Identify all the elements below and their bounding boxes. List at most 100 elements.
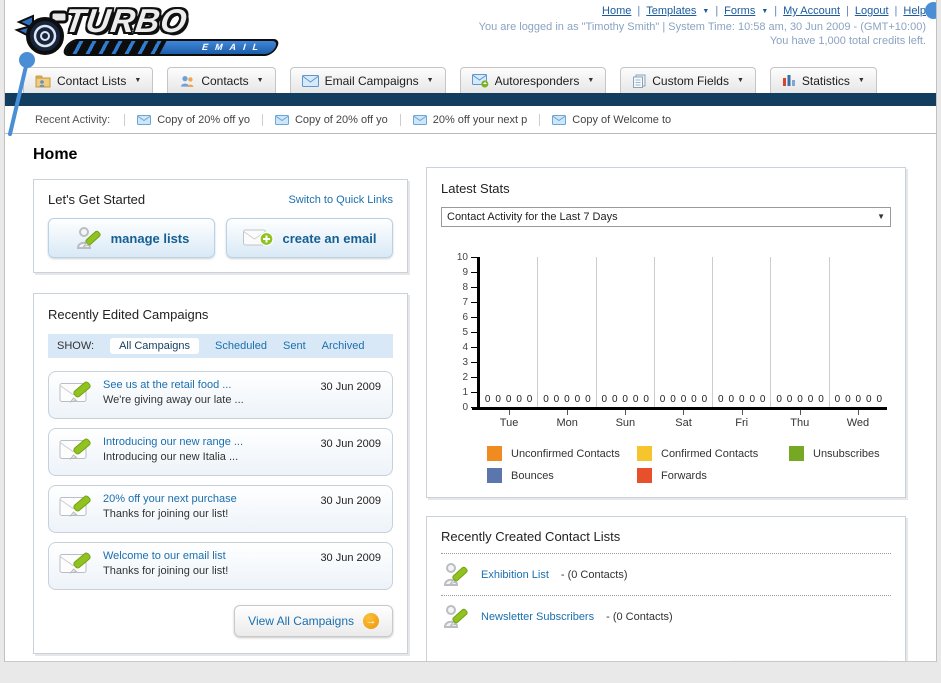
campaign-title-link[interactable]: Welcome to our email list	[103, 550, 306, 562]
chart-day-group: 00000	[770, 257, 828, 407]
data-value-label: 0	[718, 394, 724, 405]
recent-activity-link[interactable]: Copy of 20% off yo	[157, 114, 250, 126]
y-axis-tick: 0	[462, 402, 477, 413]
filter-all-campaigns[interactable]: All Campaigns	[110, 338, 199, 354]
envelope-icon	[552, 114, 567, 125]
create-an-email-button[interactable]: create an email	[226, 218, 393, 258]
recent-activity-item[interactable]: Copy of Welcome to	[539, 113, 683, 126]
stats-period-select[interactable]: Contact Activity for the Last 7 Days	[441, 207, 891, 227]
x-axis-label: Fri	[713, 410, 771, 429]
y-axis-tick: 2	[462, 372, 477, 383]
tab-label: Statistics	[801, 73, 850, 88]
data-value-label: 0	[680, 394, 687, 405]
data-value-label: 0	[574, 394, 581, 405]
chevron-down-icon: ▼	[857, 77, 865, 84]
legend-item: Confirmed Contacts	[637, 446, 789, 461]
data-value-label: 0	[564, 394, 570, 405]
campaigns-filter-bar: SHOW: All Campaigns Scheduled Sent Archi…	[48, 334, 393, 358]
campaign-title-link[interactable]: 20% off your next purchase	[103, 493, 306, 505]
chevron-down-icon: ▼	[761, 7, 769, 15]
chart-day-group: 00000	[537, 257, 595, 407]
x-axis-label: Wed	[829, 410, 887, 429]
contact-list-name-link[interactable]: Newsletter Subscribers	[481, 611, 594, 623]
data-value-label: 0	[759, 394, 766, 405]
recent-activity-link[interactable]: 20% off your next p	[433, 114, 528, 126]
data-value-label: 0	[866, 394, 872, 405]
main-content: Home Let's Get Started Switch to Quick L…	[5, 134, 936, 662]
tab-email-campaigns[interactable]: Email Campaigns ▼	[289, 67, 446, 93]
page-body: TURBO EMAIL Home | Templates ▼ | Forms ▼…	[4, 0, 937, 662]
x-axis-label: Mon	[538, 410, 596, 429]
campaign-date: 30 Jun 2009	[320, 438, 381, 450]
legend-swatch	[637, 446, 652, 461]
tab-autoresponders[interactable]: Autoresponders ▼	[459, 67, 607, 93]
logo-stripes	[63, 41, 167, 54]
x-axis-label: Sun	[596, 410, 654, 429]
logo-email-bar: EMAIL	[60, 39, 282, 56]
view-all-campaigns-button[interactable]: View All Campaigns →	[234, 605, 393, 637]
tab-custom-fields[interactable]: Custom Fields ▼	[620, 67, 756, 93]
recent-activity-item[interactable]: Copy of 20% off yo	[124, 113, 262, 126]
chart-day-group: 00000	[653, 257, 712, 407]
data-value-label: 0	[845, 394, 851, 405]
campaign-subtitle: Thanks for joining our list!	[103, 508, 229, 520]
y-axis-tick: 9	[462, 267, 477, 278]
data-value-label: 0	[585, 394, 591, 405]
nav-link-logout[interactable]: Logout	[855, 5, 889, 17]
data-value-label: 0	[643, 394, 649, 405]
navy-divider-bar	[5, 93, 936, 106]
chart-legend: Unconfirmed Contacts Confirmed Contacts Un…	[487, 446, 887, 483]
contact-list-item[interactable]: Newsletter Subscribers - (0 Contacts)	[441, 596, 891, 637]
filter-archived[interactable]: Archived	[322, 340, 365, 352]
legend-item: Bounces	[487, 468, 637, 483]
contact-activity-chart: 0 1 2 3 4 5 6 7 8 9 10 000000000000000000000000000…	[447, 252, 887, 483]
campaign-list-item[interactable]: 20% off your next purchase Thanks for jo…	[48, 485, 393, 533]
y-axis-tick: 3	[462, 357, 477, 368]
nav-link-help[interactable]: Help	[903, 5, 926, 17]
tab-contact-lists[interactable]: Contact Lists ▼	[23, 67, 154, 93]
recent-activity-link[interactable]: Copy of 20% off yo	[295, 114, 388, 126]
campaign-list-item[interactable]: See us at the retail food ... We're givi…	[48, 371, 393, 419]
turbo-email-logo: TURBO EMAIL	[13, 2, 282, 60]
nav-link-my-account[interactable]: My Account	[783, 5, 840, 17]
nav-separator: |	[894, 5, 898, 17]
campaign-subtitle: We're giving away our late ...	[103, 394, 244, 406]
tab-label: Custom Fields	[652, 73, 729, 88]
switch-to-quick-links-link[interactable]: Switch to Quick Links	[288, 194, 393, 206]
recent-activity-link[interactable]: Copy of Welcome to	[572, 114, 671, 126]
campaign-title-link[interactable]: Introducing our new range ...	[103, 436, 306, 448]
legend-swatch	[637, 468, 652, 483]
recently-edited-campaigns-panel: Recently Edited Campaigns SHOW: All Camp…	[33, 293, 408, 654]
top-nav: Home | Templates ▼ | Forms ▼ | My Accoun…	[602, 5, 926, 17]
data-value-label: 0	[543, 394, 549, 405]
nav-separator: |	[637, 5, 641, 17]
person-pencil-icon	[443, 605, 468, 628]
manage-lists-button[interactable]: manage lists	[48, 218, 215, 258]
filter-sent[interactable]: Sent	[283, 340, 306, 352]
y-axis-tick: 10	[457, 252, 477, 263]
tab-statistics[interactable]: Statistics ▼	[769, 67, 877, 93]
legend-label: Confirmed Contacts	[661, 447, 759, 460]
tab-label: Contacts	[201, 73, 249, 88]
nav-link-home[interactable]: Home	[602, 5, 631, 17]
data-value-label: 0	[659, 394, 666, 405]
campaign-list-item[interactable]: Welcome to our email list Thanks for joi…	[48, 542, 393, 590]
y-axis-tick: 5	[462, 327, 477, 338]
legend-label: Unconfirmed Contacts	[511, 447, 620, 460]
filter-scheduled[interactable]: Scheduled	[215, 340, 267, 352]
contact-list-item[interactable]: Exhibition List - (0 Contacts)	[441, 554, 891, 595]
nav-link-templates[interactable]: Templates	[646, 5, 696, 17]
see-all-contact-lists-button[interactable]: See All Contact Lists →	[728, 661, 891, 662]
campaign-title-link[interactable]: See us at the retail food ...	[103, 379, 306, 391]
recent-activity-item[interactable]: 20% off your next p	[399, 113, 540, 126]
contact-list-name-link[interactable]: Exhibition List	[481, 569, 549, 581]
contact-list-count: - (0 Contacts)	[606, 610, 673, 623]
chevron-down-icon: ▼	[256, 77, 264, 84]
view-all-campaigns-label: View All Campaigns	[248, 614, 354, 628]
campaign-list-item[interactable]: Introducing our new range ... Introducin…	[48, 428, 393, 476]
tab-contacts[interactable]: Contacts ▼	[167, 67, 276, 93]
arrow-right-icon: →	[363, 613, 379, 629]
recent-activity-item[interactable]: Copy of 20% off yo	[261, 113, 400, 126]
nav-link-forms[interactable]: Forms	[724, 5, 755, 17]
campaign-date: 30 Jun 2009	[320, 495, 381, 507]
